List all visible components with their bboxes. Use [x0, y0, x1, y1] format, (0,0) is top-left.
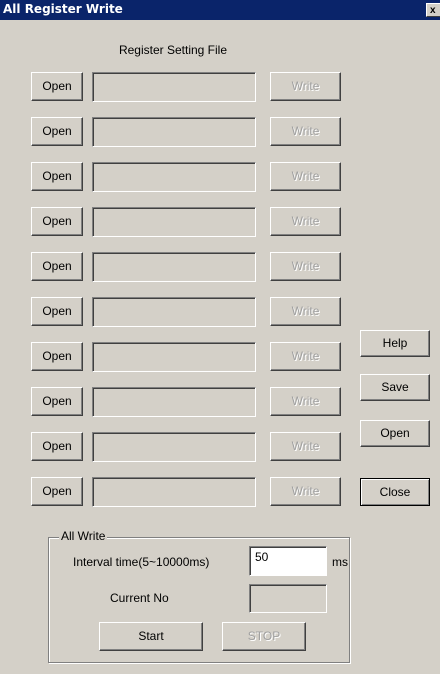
register-file-path-field[interactable] — [92, 297, 256, 327]
register-file-path-field[interactable] — [92, 342, 256, 372]
open-file-button[interactable]: Open — [31, 162, 83, 191]
open-file-button[interactable]: Open — [31, 297, 83, 326]
open-file-button[interactable]: Open — [31, 432, 83, 461]
write-button[interactable]: Write — [270, 387, 341, 416]
window-title: All Register Write — [3, 2, 123, 16]
write-button[interactable]: Write — [270, 252, 341, 281]
close-button[interactable]: Close — [360, 478, 430, 506]
open-file-button[interactable]: Open — [31, 387, 83, 416]
write-button[interactable]: Write — [270, 342, 341, 371]
register-setting-file-label: Register Setting File — [118, 43, 228, 57]
interval-unit-label: ms — [332, 555, 348, 569]
all-write-group-title: All Write — [59, 529, 108, 543]
write-button[interactable]: Write — [270, 297, 341, 326]
open-file-button[interactable]: Open — [31, 117, 83, 146]
write-button[interactable]: Write — [270, 432, 341, 461]
open-file-button[interactable]: Open — [31, 477, 83, 506]
register-file-path-field[interactable] — [92, 252, 256, 282]
register-file-path-field[interactable] — [92, 72, 256, 102]
current-no-field — [249, 584, 327, 613]
save-button[interactable]: Save — [360, 374, 430, 401]
write-button[interactable]: Write — [270, 207, 341, 236]
open-settings-button[interactable]: Open — [360, 420, 430, 447]
write-button[interactable]: Write — [270, 117, 341, 146]
register-file-path-field[interactable] — [92, 387, 256, 417]
write-button[interactable]: Write — [270, 162, 341, 191]
title-bar[interactable]: All Register Write x — [0, 0, 440, 20]
all-register-write-window: All Register Write x Register Setting Fi… — [0, 0, 440, 674]
open-file-button[interactable]: Open — [31, 252, 83, 281]
start-button[interactable]: Start — [99, 622, 203, 651]
write-button[interactable]: Write — [270, 72, 341, 101]
open-file-button[interactable]: Open — [31, 342, 83, 371]
stop-button[interactable]: STOP — [222, 622, 306, 651]
register-file-path-field[interactable] — [92, 162, 256, 192]
register-file-path-field[interactable] — [92, 207, 256, 237]
register-file-path-field[interactable] — [92, 117, 256, 147]
open-file-button[interactable]: Open — [31, 72, 83, 101]
register-file-path-field[interactable] — [92, 477, 256, 507]
current-no-label: Current No — [110, 591, 169, 605]
write-button[interactable]: Write — [270, 477, 341, 506]
help-button[interactable]: Help — [360, 330, 430, 357]
open-file-button[interactable]: Open — [31, 207, 83, 236]
interval-time-label: Interval time(5~10000ms) — [73, 555, 210, 569]
register-file-path-field[interactable] — [92, 432, 256, 462]
interval-time-input[interactable]: 50 — [249, 546, 327, 576]
close-icon[interactable]: x — [426, 3, 440, 17]
